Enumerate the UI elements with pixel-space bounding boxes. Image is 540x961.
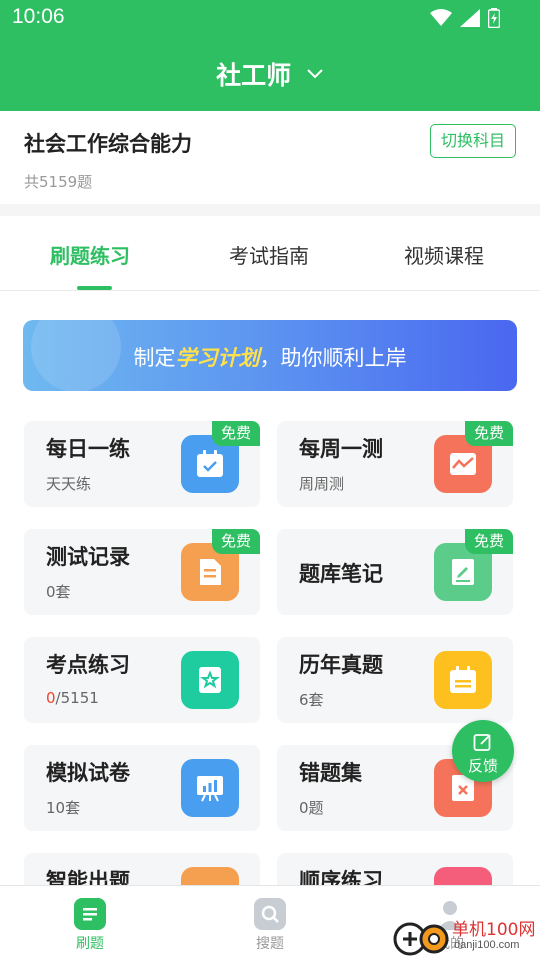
card-title: 每周一测	[299, 437, 383, 461]
progress-done: 0	[46, 689, 56, 707]
nav-practice[interactable]: 刷题	[30, 886, 150, 961]
status-time: 10:06	[12, 5, 65, 28]
card-mock-exams[interactable]: 模拟试卷 10套	[24, 745, 260, 831]
watermark: 单机100网 danji100.com	[390, 915, 540, 960]
question-count: 共5159题	[24, 173, 93, 191]
card-question-notes[interactable]: 题库笔记 免费	[277, 529, 513, 615]
study-plan-banner[interactable]: 制定学习计划，助你顺利上岸	[23, 320, 517, 391]
banner-suffix: ，助你顺利上岸	[259, 346, 407, 370]
banner-prefix: 制定	[133, 346, 176, 370]
star-book-icon	[181, 651, 239, 709]
signal-icon	[460, 9, 480, 27]
exam-selector[interactable]: 社工师	[0, 56, 540, 92]
tab-bar: 刷题练习 考试指南 视频课程	[0, 216, 540, 291]
card-subtitle: 周周测	[299, 475, 345, 493]
free-badge: 免费	[212, 529, 260, 554]
practice-icon	[74, 898, 106, 930]
card-title: 错题集	[299, 761, 362, 785]
card-subtitle: 0套	[46, 583, 71, 601]
status-bar: 10:06	[0, 0, 540, 36]
card-past-exams[interactable]: 历年真题 6套	[277, 637, 513, 723]
card-subtitle: 天天练	[46, 475, 92, 493]
card-title: 每日一练	[46, 437, 130, 461]
feedback-button[interactable]: 反馈	[452, 720, 514, 782]
banner-text: 制定学习计划，助你顺利上岸	[23, 342, 517, 372]
card-test-records[interactable]: 测试记录 0套 免费	[24, 529, 260, 615]
card-title: 历年真题	[299, 653, 383, 677]
card-subtitle: 6套	[299, 691, 324, 709]
watermark-logo	[393, 922, 449, 956]
status-icons	[430, 8, 500, 28]
card-subtitle: 0/5151	[46, 689, 99, 707]
presentation-icon	[181, 759, 239, 817]
chevron-down-icon	[307, 69, 323, 79]
feedback-label: 反馈	[467, 757, 498, 775]
tab-video-courses[interactable]: 视频课程	[404, 240, 484, 269]
card-subtitle: 10套	[46, 799, 81, 817]
card-title: 考点练习	[46, 653, 130, 677]
card-title: 题库笔记	[299, 562, 383, 586]
card-title: 模拟试卷	[46, 761, 130, 785]
tab-exam-guide[interactable]: 考试指南	[229, 240, 309, 269]
nav-label: 刷题	[76, 936, 104, 952]
tab-practice[interactable]: 刷题练习	[50, 240, 130, 269]
nav-label: 搜题	[256, 936, 284, 952]
section-divider	[0, 204, 540, 216]
page-title: 社工师	[216, 61, 292, 90]
card-daily-practice[interactable]: 每日一练 天天练 免费	[24, 421, 260, 507]
card-weekly-test[interactable]: 每周一测 周周测 免费	[277, 421, 513, 507]
card-key-point-practice[interactable]: 考点练习 0/5151	[24, 637, 260, 723]
progress-total: /5151	[55, 689, 99, 707]
switch-subject-button[interactable]: 切换科目	[430, 124, 516, 158]
card-title: 测试记录	[46, 545, 130, 569]
search-icon	[254, 898, 286, 930]
nav-search[interactable]: 搜题	[210, 886, 330, 961]
calendar-icon	[434, 651, 492, 709]
free-badge: 免费	[465, 421, 513, 446]
battery-icon	[488, 8, 500, 28]
free-badge: 免费	[212, 421, 260, 446]
watermark-title: 单机100网	[452, 920, 536, 940]
card-subtitle: 0题	[299, 799, 324, 817]
app-header: 社工师	[0, 36, 540, 111]
edit-icon	[473, 734, 491, 751]
wifi-icon	[430, 9, 452, 26]
subject-panel: 社会工作综合能力 共5159题 切换科目	[0, 111, 540, 204]
free-badge: 免费	[465, 529, 513, 554]
active-tab-indicator	[77, 286, 112, 290]
banner-highlight: 学习计划	[175, 346, 260, 370]
subject-name: 社会工作综合能力	[24, 132, 192, 156]
watermark-url: danji100.com	[454, 939, 520, 951]
